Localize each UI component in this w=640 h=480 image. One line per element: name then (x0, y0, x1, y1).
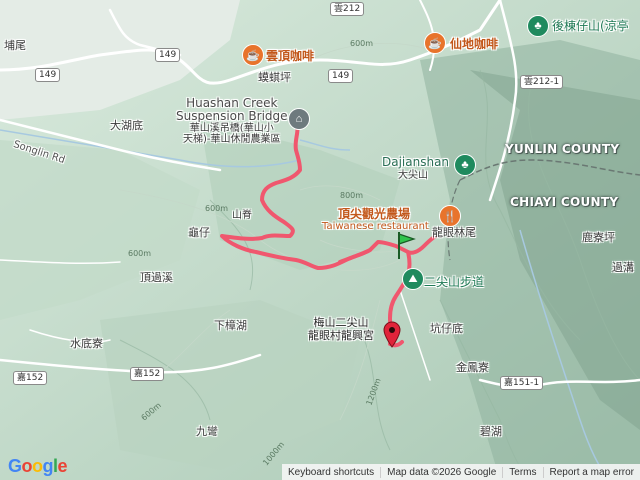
place-label: 九彎 (196, 425, 218, 438)
cafe-pin-icon[interactable]: ☕ (424, 32, 446, 54)
place-label: 龜仔 (188, 226, 210, 239)
place-label: 鹿寮坪 (582, 231, 615, 244)
road-shield: 149 (155, 48, 181, 62)
bridge-zh-label[interactable]: 華山溪吊橋(華山小 天梯)-華山休閒農業區 (183, 123, 281, 145)
place-label: 碧湖 (480, 425, 502, 438)
poi-label[interactable]: 後棟仔山(涼亭 (552, 20, 629, 32)
contour-label: 600m (128, 249, 152, 258)
poi-label[interactable]: 大尖山 (398, 171, 428, 181)
map-data-attribution: Map data ©2026 Google (380, 466, 502, 478)
restaurant-pin-icon[interactable]: ☕ (242, 44, 264, 66)
place-label: 過溝 (612, 261, 634, 274)
bridge-en-label[interactable]: Huashan Creek Suspension Bridge (176, 97, 288, 123)
place-label: 龍眼林尾 (432, 226, 476, 239)
map-canvas[interactable]: ⌂ ☕ ☕ ♣ ♣ 🍴 ⛰ 雲212 149 149 149 雲212-1 嘉1… (0, 0, 640, 480)
road-shield: 嘉151-1 (500, 376, 544, 390)
attribution-bar: Keyboard shortcuts Map data ©2026 Google… (281, 464, 640, 480)
poi-label[interactable]: 頂尖觀光農場 (338, 208, 410, 220)
contour-label: 800m (340, 191, 364, 200)
contour-label: 600m (205, 204, 229, 213)
park-pin-icon[interactable]: ♣ (527, 15, 549, 37)
place-label: 大湖底 (110, 119, 143, 132)
road-shield: 嘉152 (130, 367, 165, 381)
place-label: 山脊 (232, 210, 252, 221)
place-label: 蟆蜞坪 (258, 71, 291, 84)
road-shield: 雲212 (330, 2, 365, 16)
poi-label[interactable]: 二尖山步道 (424, 276, 484, 288)
road-shield: 149 (328, 69, 354, 83)
keyboard-shortcuts-link[interactable]: Keyboard shortcuts (282, 467, 380, 478)
terms-link[interactable]: Terms (502, 466, 542, 478)
report-error-link[interactable]: Report a map error (542, 466, 640, 478)
start-flag-icon[interactable] (396, 230, 418, 260)
google-logo: Google (8, 456, 68, 476)
place-label: 坑仔底 (430, 322, 463, 335)
terrain-layer (0, 0, 640, 480)
poi-label[interactable]: 雲頂咖啡 (266, 50, 314, 62)
bridge-pin-icon[interactable]: ⌂ (288, 108, 310, 130)
road-shield: 149 (35, 68, 61, 82)
park-pin-icon[interactable]: ♣ (454, 154, 476, 176)
trail-pin-icon[interactable]: ⛰ (402, 268, 424, 290)
road-shield: 雲212-1 (520, 75, 564, 89)
place-label: 埔尾 (4, 39, 26, 52)
county-label: YUNLIN COUNTY (505, 142, 620, 156)
poi-label[interactable]: 仙地咖啡 (450, 38, 498, 50)
poi-label[interactable]: Dajianshan (382, 156, 449, 168)
poi-sublabel[interactable]: Taiwanese restaurant (322, 222, 429, 232)
restaurant-pin-icon[interactable]: 🍴 (439, 205, 461, 227)
place-label: 下樟湖 (214, 319, 247, 332)
temple-label[interactable]: 梅山二尖山 龍眼村龍興宮 (308, 316, 374, 342)
place-label: 金鳳寮 (456, 361, 489, 374)
place-label: 頂過溪 (140, 271, 173, 284)
contour-label: 600m (350, 39, 374, 48)
road-shield: 嘉152 (13, 371, 48, 385)
county-label: CHIAYI COUNTY (510, 195, 619, 209)
end-marker-icon[interactable] (382, 320, 402, 348)
place-label: 水底寮 (70, 337, 103, 350)
